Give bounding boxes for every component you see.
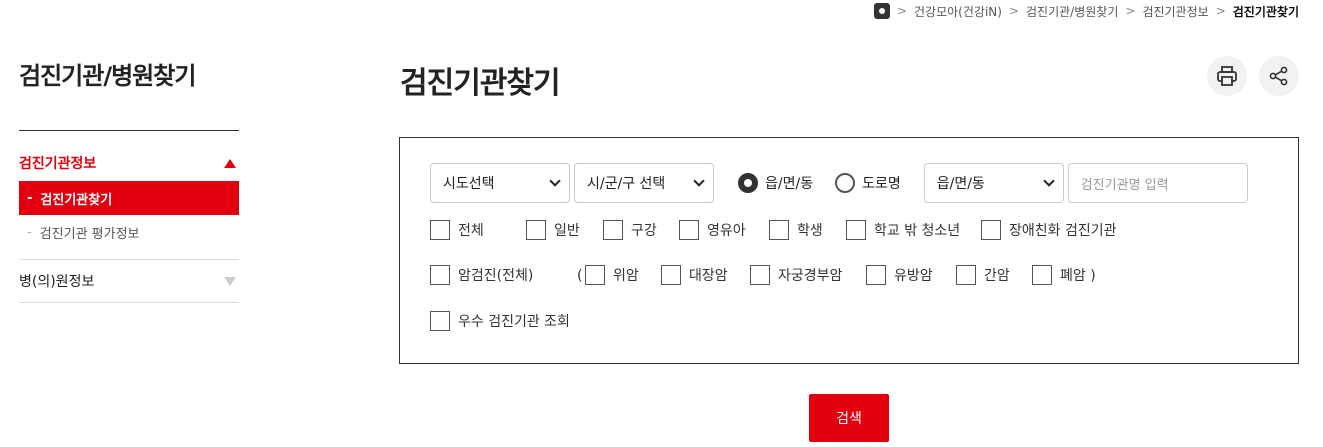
checkbox-all[interactable]: 전체: [430, 220, 484, 240]
breadcrumb: > 건강모아(건강iN) > 검진기관/병원찾기 > 검진기관정보 > 검진기관…: [873, 2, 1299, 20]
radio-checked-icon: [738, 173, 758, 193]
print-button[interactable]: [1207, 56, 1247, 96]
printer-icon: [1217, 66, 1237, 86]
checkbox-icon: [603, 220, 623, 240]
checkbox-icon: [430, 311, 450, 331]
checkbox-icon: [981, 220, 1001, 240]
checkbox-icon: [526, 220, 546, 240]
chevron-right-icon: >: [1215, 4, 1226, 18]
radio-dong[interactable]: 읍/면/동: [738, 173, 813, 193]
checkbox-icon: [585, 265, 605, 285]
paren-open: (: [577, 268, 583, 284]
checkbox-label: 자궁경부암: [778, 268, 843, 284]
chevron-down-icon: [549, 175, 561, 187]
checkbox-icon: [846, 220, 866, 240]
checkbox-icon: [679, 220, 699, 240]
checkbox-label: 학생: [797, 223, 823, 239]
radio-road[interactable]: 도로명: [835, 173, 901, 193]
checkbox-icon: [769, 220, 789, 240]
radio-unchecked-icon: [835, 173, 856, 193]
sidebar-group-checkup-info[interactable]: 검진기관정보: [19, 145, 239, 181]
checkbox-stomach[interactable]: 위암: [585, 265, 639, 285]
sidebar-item-label: 검진기관 평가정보: [39, 226, 140, 242]
sidebar-group-hospital-info[interactable]: 병(의)원정보: [19, 260, 239, 302]
breadcrumb-item[interactable]: 건강모아(건강iN): [914, 3, 1002, 20]
search-form: 시도선택 시/군/구 선택 읍/면/동 도로명 읍/면/동 검진기관명 입력 전…: [399, 137, 1299, 364]
sidebar-item-find-checkup[interactable]: - 검진기관찾기: [19, 181, 239, 215]
checkbox-icon: [430, 220, 450, 240]
checkbox-disability-friendly[interactable]: 장애친화 검진기관: [981, 220, 1117, 240]
sidebar-group-label: 병(의)원정보: [19, 274, 95, 290]
checkbox-label: 유방암: [894, 268, 933, 284]
sido-select-value: 시도선택: [443, 176, 495, 192]
dong-select[interactable]: 읍/면/동: [923, 163, 1064, 203]
location-row: 시도선택 시/군/구 선택 읍/면/동 도로명 읍/면/동 검진기관명 입력: [430, 163, 1248, 203]
dash-icon: -: [27, 190, 33, 206]
sidebar-item-evaluation[interactable]: - 검진기관 평가정보: [19, 215, 239, 249]
radio-label: 도로명: [862, 176, 901, 192]
checkbox-oral[interactable]: 구강: [603, 220, 657, 240]
sidebar-title: 검진기관/병원찾기: [19, 62, 196, 90]
checkbox-label: 일반: [554, 223, 580, 239]
checkbox-infant[interactable]: 영유아: [679, 220, 746, 240]
share-button[interactable]: [1259, 56, 1299, 96]
sido-select[interactable]: 시도선택: [430, 163, 570, 203]
checkbox-icon: [750, 265, 770, 285]
checkbox-label: 학교 밖 청소년: [874, 223, 961, 239]
checkbox-out-of-school[interactable]: 학교 밖 청소년: [846, 220, 960, 240]
sigungu-select[interactable]: 시/군/구 선택: [574, 163, 714, 203]
sidebar-menu: 검진기관정보 - 검진기관찾기 - 검진기관 평가정보 병(의)원정보: [19, 145, 239, 303]
chevron-right-icon: >: [1125, 4, 1136, 18]
checkbox-label: 구강: [631, 223, 657, 239]
checkbox-cancer-all[interactable]: 암검진(전체): [430, 265, 533, 285]
breadcrumb-item[interactable]: 검진기관정보: [1142, 3, 1208, 20]
chevron-down-icon: [693, 175, 705, 187]
checkbox-lung[interactable]: 폐암 ): [1032, 265, 1096, 285]
breadcrumb-current: 검진기관찾기: [1232, 4, 1299, 19]
home-icon[interactable]: [873, 3, 890, 19]
caret-down-icon: [224, 276, 236, 286]
sidebar-group-label: 검진기관정보: [19, 156, 97, 172]
checkbox-label: 간암: [984, 268, 1010, 284]
checkbox-label: 위암: [613, 268, 639, 284]
chevron-right-icon: >: [896, 4, 908, 18]
checkbox-breast[interactable]: 유방암: [866, 265, 933, 285]
breadcrumb-item[interactable]: 검진기관/병원찾기: [1026, 3, 1118, 20]
checkbox-colon[interactable]: 대장암: [661, 265, 728, 285]
checkbox-liver[interactable]: 간암: [956, 265, 1010, 285]
checkbox-label: 영유아: [707, 223, 746, 239]
checkbox-icon: [956, 265, 976, 285]
divider: [19, 302, 239, 303]
chevron-down-icon: [1043, 175, 1055, 187]
checkbox-icon: [661, 265, 681, 285]
checkbox-label: 암검진(전체): [458, 268, 534, 284]
checkbox-general[interactable]: 일반: [526, 220, 580, 240]
checkbox-icon: [1032, 265, 1052, 285]
radio-label: 읍/면/동: [765, 176, 814, 192]
dong-select-value: 읍/면/동: [936, 176, 985, 192]
checkbox-excellent[interactable]: 우수 검진기관 조회: [430, 311, 570, 331]
institution-name-input[interactable]: 검진기관명 입력: [1067, 163, 1248, 203]
checkbox-label: 폐암 ): [1060, 268, 1096, 284]
checkbox-cervical[interactable]: 자궁경부암: [750, 265, 842, 285]
search-button[interactable]: 검색: [809, 394, 889, 442]
chevron-right-icon: >: [1008, 4, 1019, 18]
checkbox-label: 대장암: [689, 268, 728, 284]
dash-icon: -: [27, 224, 32, 240]
checkbox-student[interactable]: 학생: [769, 220, 823, 240]
share-icon: [1269, 66, 1288, 86]
checkbox-icon: [866, 265, 886, 285]
page-title: 검진기관찾기: [400, 66, 561, 101]
checkbox-icon: [430, 265, 450, 285]
divider: [19, 130, 239, 131]
checkbox-label: 우수 검진기관 조회: [458, 314, 570, 330]
sigungu-select-value: 시/군/구 선택: [587, 176, 666, 192]
caret-up-icon: [224, 158, 236, 168]
checkbox-label: 전체: [458, 223, 484, 239]
checkbox-label: 장애친화 검진기관: [1009, 223, 1117, 239]
sidebar-item-label: 검진기관찾기: [40, 192, 113, 208]
